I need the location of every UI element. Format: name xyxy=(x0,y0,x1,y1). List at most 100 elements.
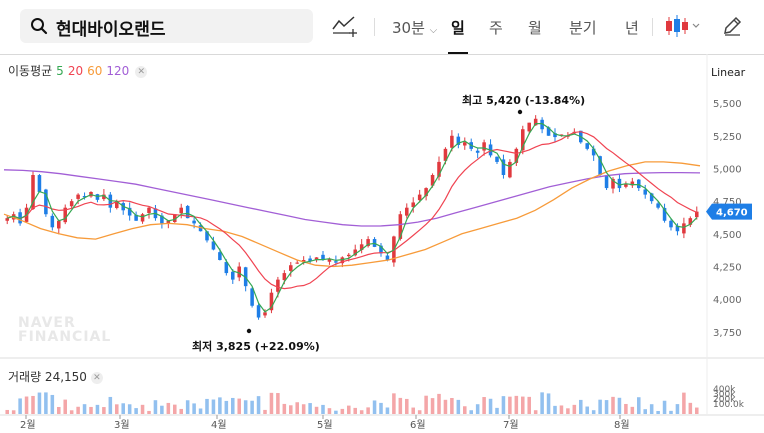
drawing-tool-icon[interactable] xyxy=(332,15,358,37)
volume-bar xyxy=(514,395,519,414)
low-annotation: 최저 3,825 (+22.09%) xyxy=(192,339,320,353)
current-price-label: 4,670 xyxy=(716,208,748,219)
volume-bar xyxy=(617,397,622,414)
volume-bar xyxy=(89,406,93,414)
candle xyxy=(482,142,486,151)
candle xyxy=(417,194,422,201)
candle xyxy=(218,252,222,260)
candle xyxy=(585,143,589,149)
volume-bar xyxy=(173,404,177,414)
candle xyxy=(682,223,686,234)
candle xyxy=(276,279,280,292)
volume-bar xyxy=(630,406,635,414)
volume-bar xyxy=(495,407,499,414)
volume-bar xyxy=(115,404,119,414)
candle xyxy=(263,312,267,316)
candle xyxy=(76,194,80,199)
volume-bar xyxy=(140,404,145,414)
y-tick-label: 5,250 xyxy=(713,132,742,143)
volume-bar xyxy=(340,408,345,414)
volume-bar xyxy=(366,407,370,414)
volume-bar xyxy=(463,406,467,414)
volume-bar xyxy=(57,406,61,414)
volume-bar xyxy=(18,398,22,414)
candle xyxy=(5,218,9,221)
interval-dropdown[interactable]: 30분 ⌵ xyxy=(392,17,437,38)
volume-bar xyxy=(321,404,325,414)
volume-bar xyxy=(224,400,229,414)
volume-bar xyxy=(63,399,67,414)
volume-label: 거래량 24,150 xyxy=(8,370,87,384)
volume-bar xyxy=(372,400,377,414)
candle xyxy=(147,207,151,213)
candle xyxy=(450,135,454,148)
tab-month[interactable]: 월 xyxy=(528,17,542,38)
toolbar-separator xyxy=(374,18,375,36)
volume-bar xyxy=(637,397,641,414)
volume-bar xyxy=(185,400,190,414)
volume-bar xyxy=(314,406,319,414)
volume-bar xyxy=(430,398,435,414)
candle xyxy=(334,261,338,263)
candle xyxy=(656,203,660,208)
volume-bar xyxy=(398,397,403,414)
volume-bar xyxy=(405,398,409,414)
candle xyxy=(69,201,74,207)
tab-day[interactable]: 일 xyxy=(451,17,465,38)
candle xyxy=(50,215,55,228)
volume-bar xyxy=(508,396,512,414)
volume-bar xyxy=(327,408,332,414)
stock-chart[interactable]: 5,5005,2505,0004,7504,5004,2504,0003,750… xyxy=(0,54,764,433)
candle xyxy=(295,262,299,264)
close-icon[interactable]: ✕ xyxy=(90,372,103,384)
tab-quarter[interactable]: 분기 xyxy=(569,17,597,38)
volume-bar xyxy=(579,399,583,414)
candle xyxy=(231,271,235,280)
candle xyxy=(57,220,61,229)
volume-bar xyxy=(469,410,473,414)
volume-bar xyxy=(31,395,35,414)
volume-bar xyxy=(533,410,538,414)
volume-bar xyxy=(11,410,16,414)
candle xyxy=(289,265,293,271)
volume-bar xyxy=(353,407,357,414)
volume-bar xyxy=(540,392,544,414)
volume-legend: 거래량 24,150 ✕ xyxy=(8,368,103,385)
tab-year[interactable]: 년 xyxy=(625,17,639,38)
volume-bar xyxy=(282,403,287,414)
volume-bar xyxy=(24,396,29,414)
pencil-icon[interactable] xyxy=(722,16,742,36)
volume-bar xyxy=(385,407,390,414)
volume-bar xyxy=(553,405,557,414)
toolbar-separator xyxy=(652,18,653,36)
chevron-down-icon: ⌵ xyxy=(429,25,438,36)
volume-bar xyxy=(546,393,551,414)
volume-bar xyxy=(437,393,441,414)
candle xyxy=(192,220,196,224)
y-tick-label: 4,500 xyxy=(713,230,742,241)
tab-week[interactable]: 주 xyxy=(489,17,503,38)
volume-bar xyxy=(527,396,531,414)
volume-bar xyxy=(411,407,415,414)
y-tick-label: 3,750 xyxy=(713,328,742,339)
volume-bar xyxy=(417,410,422,414)
candlestick-type-icon[interactable] xyxy=(664,14,702,38)
y-tick-label: 4,000 xyxy=(713,295,742,306)
volume-bar xyxy=(379,402,383,414)
volume-bar xyxy=(205,398,209,414)
volume-bar xyxy=(134,408,138,414)
candle xyxy=(527,122,531,132)
volume-bar xyxy=(566,408,570,414)
volume-bar xyxy=(424,395,428,414)
search-icon xyxy=(31,18,48,35)
volume-bar xyxy=(50,394,55,414)
volume-bar xyxy=(231,397,235,414)
stock-search-box[interactable]: 현대바이오랜드 xyxy=(20,9,313,43)
candle xyxy=(140,214,145,222)
candle xyxy=(475,150,480,153)
volume-bar xyxy=(604,400,609,414)
volume-bar xyxy=(662,400,667,414)
ma120-line xyxy=(3,169,701,227)
candle xyxy=(256,305,261,318)
x-tick-label: 5월 xyxy=(317,419,333,431)
